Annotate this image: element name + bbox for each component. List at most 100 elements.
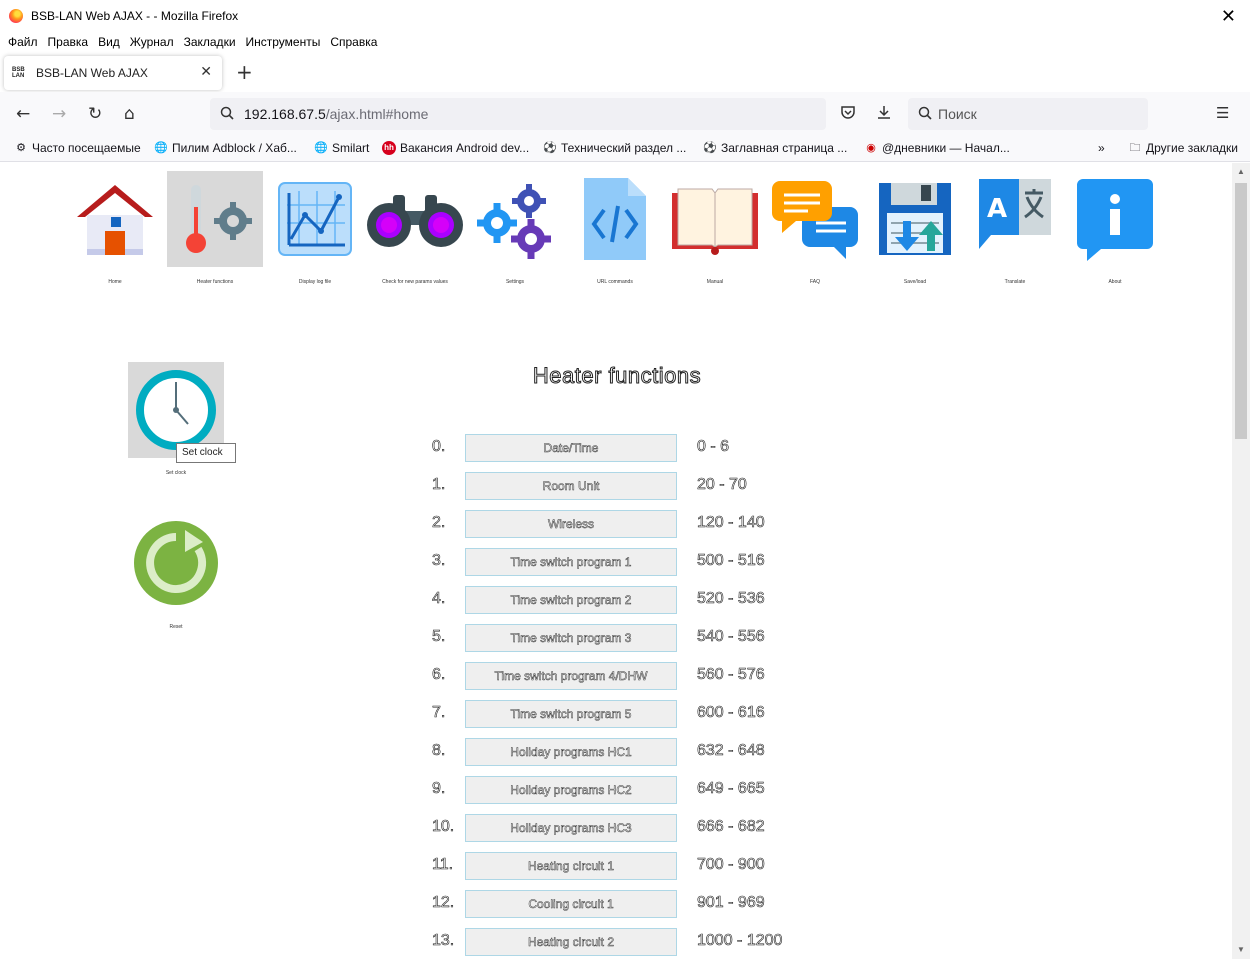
floppy-icon	[879, 183, 951, 255]
url-host: 192.168.67.5	[244, 106, 326, 122]
bookmark-tech-section[interactable]: ⚽ Технический раздел ...	[543, 141, 686, 155]
function-number: 3.	[432, 552, 446, 570]
function-button[interactable]: Cooling circuit 1	[465, 890, 677, 918]
function-button[interactable]: Room Unit	[465, 472, 677, 500]
soccer-icon: ⚽	[703, 142, 717, 154]
function-row: 9. Holiday programs HC2 649 - 665	[432, 776, 932, 804]
nav-manual[interactable]	[667, 171, 763, 267]
scroll-up-arrow-icon[interactable]: ▲	[1237, 167, 1245, 176]
window-close-icon[interactable]: ✕	[1221, 6, 1236, 27]
nav-translate[interactable]: A	[967, 171, 1063, 267]
function-button[interactable]: Time switch program 3	[465, 624, 677, 652]
code-file-icon	[584, 178, 646, 260]
function-range: 632 - 648	[697, 742, 765, 760]
tab-close-icon[interactable]: ✕	[200, 64, 212, 80]
function-number: 5.	[432, 628, 446, 646]
function-range: 649 - 665	[697, 780, 765, 798]
search-icon	[918, 106, 932, 123]
bookmark-diaries[interactable]: ◉ @дневники — Начал...	[864, 141, 1010, 155]
bookmarks-overflow-icon[interactable]: »	[1098, 141, 1105, 155]
url-bar[interactable]: 192.168.67.5/ajax.html#home	[210, 98, 826, 130]
page-scrollbar[interactable]: ▲ ▼	[1232, 163, 1250, 959]
function-button[interactable]: Heating circuit 1	[465, 852, 677, 880]
function-button[interactable]: Date/Time	[465, 434, 677, 462]
reset-button[interactable]	[128, 515, 224, 611]
function-row: 4. Time switch program 2 520 - 536	[432, 586, 932, 614]
chart-icon	[278, 182, 352, 256]
function-button[interactable]: Time switch program 4/DHW	[465, 662, 677, 690]
diary-icon: ◉	[866, 142, 876, 154]
reset-label: Reset	[169, 624, 183, 630]
search-placeholder: Поиск	[938, 106, 977, 122]
info-icon	[1077, 179, 1153, 261]
set-clock-label: Set clock	[165, 470, 187, 476]
window-title: BSB-LAN Web AJAX - - Mozilla Firefox	[31, 9, 239, 23]
back-arrow-icon[interactable]: ←	[16, 104, 30, 124]
function-button[interactable]: Wireless	[465, 510, 677, 538]
pocket-icon[interactable]	[840, 104, 856, 124]
page-content: Home Heater functions Display log file C…	[0, 163, 1232, 959]
nav-save-load[interactable]	[867, 171, 963, 267]
function-number: 4.	[432, 590, 446, 608]
function-row: 7. Time switch program 5 600 - 616	[432, 700, 932, 728]
forward-arrow-icon[interactable]: →	[52, 104, 66, 124]
reload-icon[interactable]: ↻	[88, 104, 102, 124]
nav-home[interactable]	[67, 171, 163, 267]
nav-url-commands[interactable]	[567, 171, 663, 267]
function-button[interactable]: Time switch program 2	[465, 586, 677, 614]
function-range: 0 - 6	[697, 438, 730, 456]
search-bar[interactable]: Поиск	[908, 98, 1148, 130]
hh-icon: hh	[382, 141, 396, 155]
menu-file[interactable]: Файл	[8, 35, 38, 49]
function-button[interactable]: Holiday programs HC1	[465, 738, 677, 766]
function-number: 13.	[432, 932, 455, 950]
svg-text:A: A	[987, 194, 1007, 224]
menu-help[interactable]: Справка	[330, 35, 377, 49]
scroll-thumb[interactable]	[1235, 183, 1247, 439]
nav-display-log[interactable]	[267, 171, 363, 267]
function-range: 901 - 969	[697, 894, 765, 912]
tab-bsb-lan[interactable]: BSB LAN BSB-LAN Web AJAX ✕	[4, 56, 222, 90]
function-button[interactable]: Holiday programs HC2	[465, 776, 677, 804]
nav-heater-functions[interactable]	[167, 171, 263, 267]
function-button[interactable]: Time switch program 1	[465, 548, 677, 576]
home-icon[interactable]: ⌂	[124, 104, 135, 124]
function-button[interactable]: Heating circuit 2	[465, 928, 677, 956]
bookmark-main-page[interactable]: ⚽ Заглавная страница ...	[703, 141, 847, 155]
reset-icon	[134, 521, 218, 605]
bookmark-other[interactable]: 🗀 Другие закладки	[1128, 141, 1238, 155]
menu-bookmarks[interactable]: Закладки	[184, 35, 236, 49]
menu-edit[interactable]: Правка	[48, 35, 89, 49]
function-range: 540 - 556	[697, 628, 765, 646]
nav-check-new-params[interactable]	[367, 171, 463, 267]
globe-icon: 🌐	[314, 142, 328, 154]
new-tab-button[interactable]: +	[236, 60, 253, 84]
menu-view[interactable]: Вид	[98, 35, 120, 49]
scroll-down-arrow-icon[interactable]: ▼	[1237, 945, 1245, 954]
bookmark-vacancy[interactable]: hh Вакансия Android dev...	[382, 141, 529, 155]
function-number: 9.	[432, 780, 446, 798]
nav-settings[interactable]	[467, 171, 563, 267]
function-button[interactable]: Time switch program 5	[465, 700, 677, 728]
menu-bar: Файл Правка Вид Журнал Закладки Инструме…	[0, 32, 1250, 52]
bookmark-most-visited[interactable]: ⚙ Часто посещаемые	[14, 141, 141, 155]
tab-title: BSB-LAN Web AJAX	[36, 66, 148, 80]
soccer-icon: ⚽	[543, 142, 557, 154]
function-number: 1.	[432, 476, 446, 494]
function-button[interactable]: Holiday programs HC3	[465, 814, 677, 842]
nav-about[interactable]	[1067, 171, 1163, 267]
nav-faq[interactable]	[767, 171, 863, 267]
thermometer-gear-icon	[186, 185, 252, 253]
function-row: 2. Wireless 120 - 140	[432, 510, 932, 538]
bookmark-smilart[interactable]: 🌐 Smilart	[314, 141, 369, 155]
menu-tools[interactable]: Инструменты	[246, 35, 321, 49]
gear-icon: ⚙	[16, 142, 26, 154]
hamburger-menu-icon[interactable]: ☰	[1216, 104, 1229, 122]
download-icon[interactable]	[876, 104, 892, 124]
function-range: 500 - 516	[697, 552, 765, 570]
menu-history[interactable]: Журнал	[130, 35, 174, 49]
book-icon	[672, 188, 758, 255]
function-range: 520 - 536	[697, 590, 765, 608]
house-icon	[77, 185, 153, 255]
bookmark-adblock[interactable]: 🌐 Пилим Adblock / Хаб...	[154, 141, 297, 155]
